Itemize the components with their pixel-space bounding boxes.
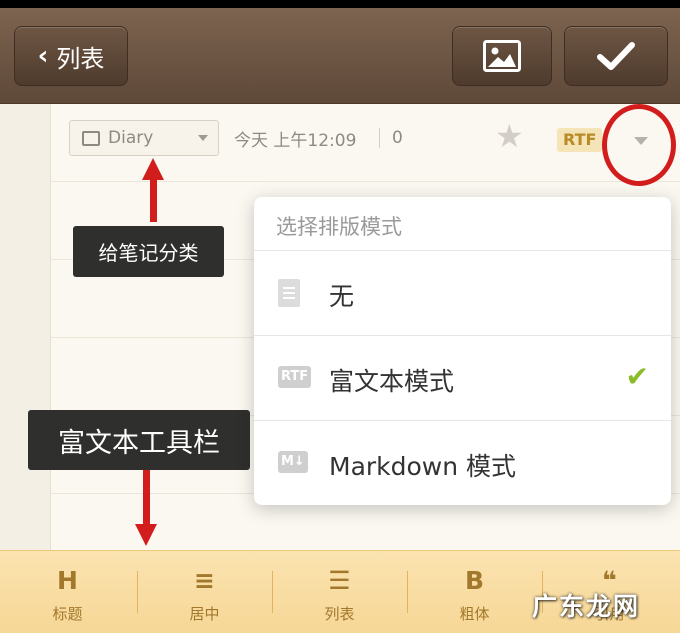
note-date: 今天 上午12:09 (234, 131, 357, 151)
toolbar-list-button[interactable]: ☰ 列表 (272, 551, 407, 633)
toolbar-callout: 富文本工具栏 (28, 410, 250, 470)
back-button-label: 列表 (56, 44, 105, 73)
menu-item-markdown[interactable]: M↓ Markdown 模式 (254, 421, 671, 505)
format-badge[interactable]: RTF (557, 128, 603, 152)
markdown-icon: M↓ (278, 451, 308, 473)
toolbar-bold-button[interactable]: B 粗体 (407, 551, 542, 633)
done-button[interactable] (564, 26, 668, 86)
toolbar-label: 粗体 (459, 605, 490, 623)
paper-margin (0, 104, 50, 554)
menu-item-label: 无 (329, 282, 355, 311)
toolbar-center-button[interactable]: ≡ 居中 (137, 551, 272, 633)
back-to-list-button[interactable]: ‹ 列表 (14, 26, 128, 86)
folder-name: Diary (108, 128, 154, 148)
folder-selector[interactable]: Diary (69, 120, 219, 156)
image-icon (483, 40, 521, 72)
arrow-down-head (135, 524, 157, 546)
menu-item-rich-text[interactable]: RTF 富文本模式 ✔ (254, 336, 671, 420)
format-mode-menu: 选择排版模式 无 RTF 富文本模式 ✔ M↓ Markdown 模式 (254, 197, 671, 505)
selected-check-icon: ✔ (625, 360, 649, 393)
word-count: 0 (392, 128, 403, 148)
caret-down-icon (198, 135, 208, 141)
star-icon[interactable]: ★ (495, 120, 524, 152)
menu-title: 选择排版模式 (276, 215, 402, 239)
align-center-icon: ≡ (194, 566, 215, 595)
toolbar-label: 标题 (52, 605, 83, 623)
rtf-icon: RTF (278, 366, 312, 388)
note-editor-screen: ‹ 列表 Diary 今天 上午12:09 0 ★ RTF 给笔记分类 富文本工… (0, 8, 680, 633)
nav-bar: ‹ 列表 (0, 8, 680, 104)
arrow-up-shaft (150, 178, 157, 222)
bold-icon: B (464, 566, 485, 595)
checkmark-icon (597, 42, 635, 70)
paper-margin-line (50, 104, 51, 554)
insert-image-button[interactable] (452, 26, 552, 86)
list-icon: ☰ (328, 566, 351, 595)
menu-item-plain[interactable]: 无 (254, 251, 671, 335)
folder-icon (82, 130, 100, 146)
toolbar-heading-button[interactable]: H 标题 (0, 551, 135, 633)
arrow-down-shaft (143, 470, 150, 528)
category-callout: 给笔记分类 (73, 226, 224, 277)
toolbar-label: 居中 (189, 605, 220, 623)
arrow-up-head (142, 158, 164, 180)
highlight-circle-annotation (602, 104, 676, 186)
meta-divider (379, 128, 380, 148)
menu-item-label: Markdown 模式 (329, 452, 517, 481)
menu-item-label: 富文本模式 (329, 367, 455, 396)
chevron-left-icon: ‹ (37, 41, 49, 71)
site-watermark: 广东龙网 (531, 592, 640, 621)
plain-doc-icon (278, 279, 300, 307)
toolbar-label: 列表 (324, 605, 355, 623)
heading-icon: H (57, 566, 78, 595)
